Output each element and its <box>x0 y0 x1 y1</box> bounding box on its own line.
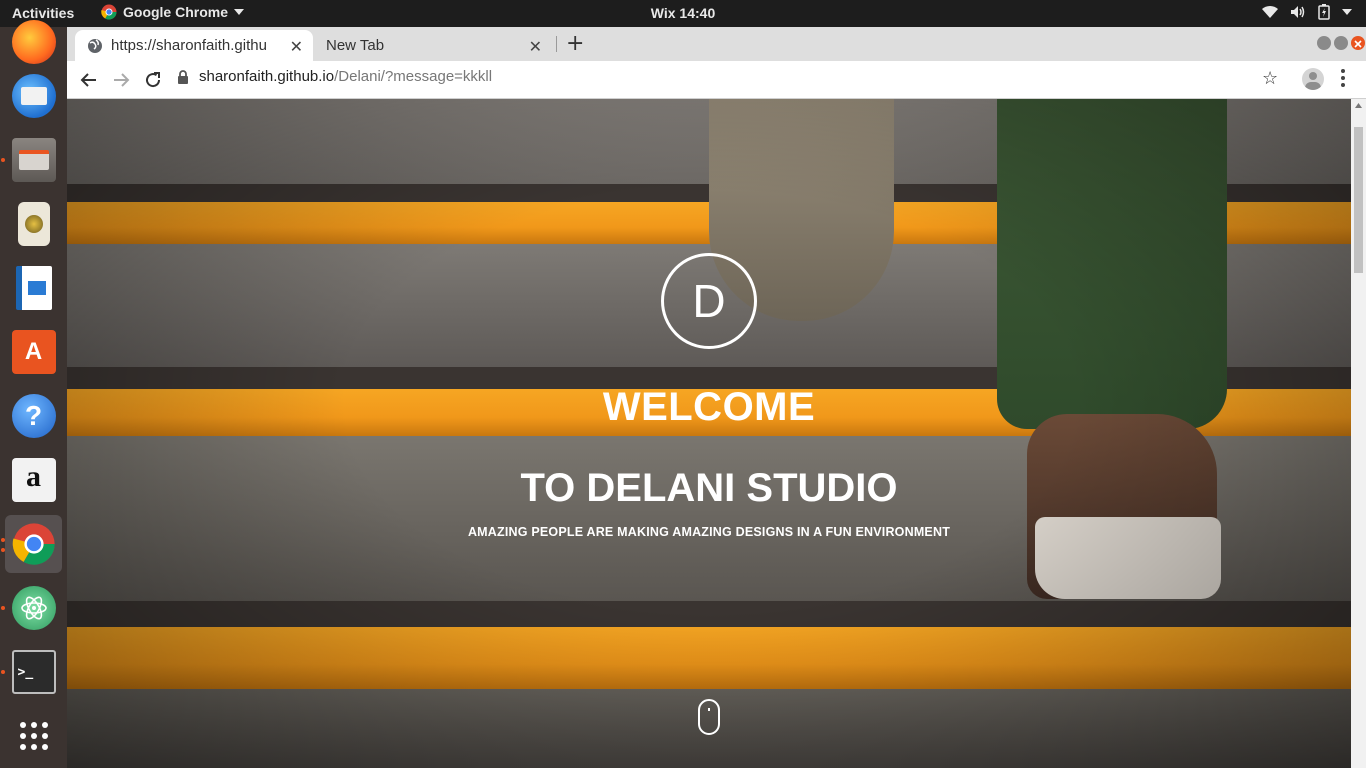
hero-title: WELCOME <box>602 385 816 429</box>
address-bar[interactable]: sharonfaith.github.io/Delani/?message=kk… <box>177 68 492 85</box>
dock-chrome[interactable] <box>5 515 62 573</box>
close-tab-icon[interactable]: ✕ <box>290 37 303 57</box>
grid-icon <box>19 722 48 750</box>
wifi-icon <box>1262 5 1278 19</box>
dock-terminal[interactable]: >_ <box>5 643 62 701</box>
browser-toolbar: sharonfaith.github.io/Delani/?message=kk… <box>67 61 1366 99</box>
tab-title: New Tab <box>326 37 385 54</box>
chrome-icon <box>101 4 117 20</box>
dock-amazon[interactable]: a <box>5 451 62 509</box>
dock-firefox[interactable] <box>5 13 62 71</box>
menu-kebab-icon[interactable] <box>1340 67 1346 93</box>
page-scrollbar[interactable] <box>1351 99 1366 768</box>
ubuntu-top-bar: Activities Google Chrome Wix 14:40 <box>0 0 1366 27</box>
close-window-button[interactable] <box>1351 36 1365 50</box>
dock-rhythmbox[interactable] <box>5 195 62 253</box>
reload-icon <box>146 72 161 88</box>
dock-files[interactable] <box>5 131 62 189</box>
scroll-up-icon[interactable] <box>1355 103 1362 108</box>
dock-software[interactable]: A <box>5 323 62 381</box>
url-host: sharonfaith.github.io <box>199 68 335 85</box>
battery-icon <box>1318 4 1330 20</box>
terminal-icon: >_ <box>11 650 56 694</box>
tab-new-tab[interactable]: New Tab ✕ <box>314 30 552 61</box>
minimize-button[interactable] <box>1317 36 1331 50</box>
document-icon <box>15 266 52 310</box>
speaker-icon <box>17 202 50 246</box>
system-tray[interactable] <box>1262 4 1352 20</box>
hero-subtitle: TO DELANI STUDIO <box>520 466 898 510</box>
hero-tagline: AMAZING PEOPLE ARE MAKING AMAZING DESIGN… <box>467 525 951 539</box>
url-path: /Delani/?message=kkkll <box>334 68 493 85</box>
tab-title: https://sharonfaith.githu <box>111 37 267 54</box>
chrome-icon <box>12 523 55 565</box>
atom-icon <box>11 586 56 630</box>
app-menu-label: Google Chrome <box>123 4 229 20</box>
dock-help[interactable]: ? <box>5 387 62 445</box>
profile-avatar[interactable] <box>1302 68 1324 90</box>
firefox-icon <box>11 20 56 64</box>
amazon-icon: a <box>11 458 56 502</box>
volume-icon <box>1291 6 1305 18</box>
dock-thunderbird[interactable] <box>5 67 62 125</box>
lock-icon <box>178 69 188 84</box>
software-center-icon: A <box>11 330 56 374</box>
tab-active[interactable]: https://sharonfaith.githu ✕ <box>75 30 313 61</box>
forward-button[interactable] <box>108 67 134 93</box>
back-button[interactable] <box>76 67 102 93</box>
ubuntu-dock: A ? a >_ <box>0 20 67 768</box>
logo: D <box>661 253 757 349</box>
files-icon <box>11 138 56 182</box>
new-tab-button[interactable]: + <box>566 31 584 56</box>
thunderbird-icon <box>11 74 56 118</box>
tab-strip: https://sharonfaith.githu ✕ New Tab ✕ + <box>67 27 1366 61</box>
close-tab-icon[interactable]: ✕ <box>529 37 542 57</box>
scrollbar-thumb[interactable] <box>1354 127 1363 273</box>
chevron-down-icon <box>234 9 245 15</box>
clock[interactable]: Wix 14:40 <box>651 5 715 21</box>
reload-button[interactable] <box>140 67 166 93</box>
bookmark-star-icon[interactable]: ☆ <box>1262 68 1278 89</box>
maximize-button[interactable] <box>1334 36 1348 50</box>
arrow-right-icon <box>114 73 130 87</box>
system-menu-icon <box>1342 9 1352 15</box>
show-applications-button[interactable] <box>5 707 62 765</box>
dock-atom[interactable] <box>5 579 62 637</box>
globe-icon <box>88 38 102 53</box>
page-viewport: D WELCOME TO DELANI STUDIO AMAZING PEOPL… <box>67 99 1351 768</box>
browser-window: https://sharonfaith.githu ✕ New Tab ✕ + … <box>67 27 1366 99</box>
help-icon: ? <box>11 394 56 438</box>
hero-section: D WELCOME TO DELANI STUDIO AMAZING PEOPL… <box>67 99 1351 768</box>
scroll-down-mouse-icon[interactable] <box>698 699 720 735</box>
arrow-left-icon <box>80 73 96 87</box>
app-menu[interactable]: Google Chrome <box>101 4 245 20</box>
dock-writer[interactable] <box>5 259 62 317</box>
